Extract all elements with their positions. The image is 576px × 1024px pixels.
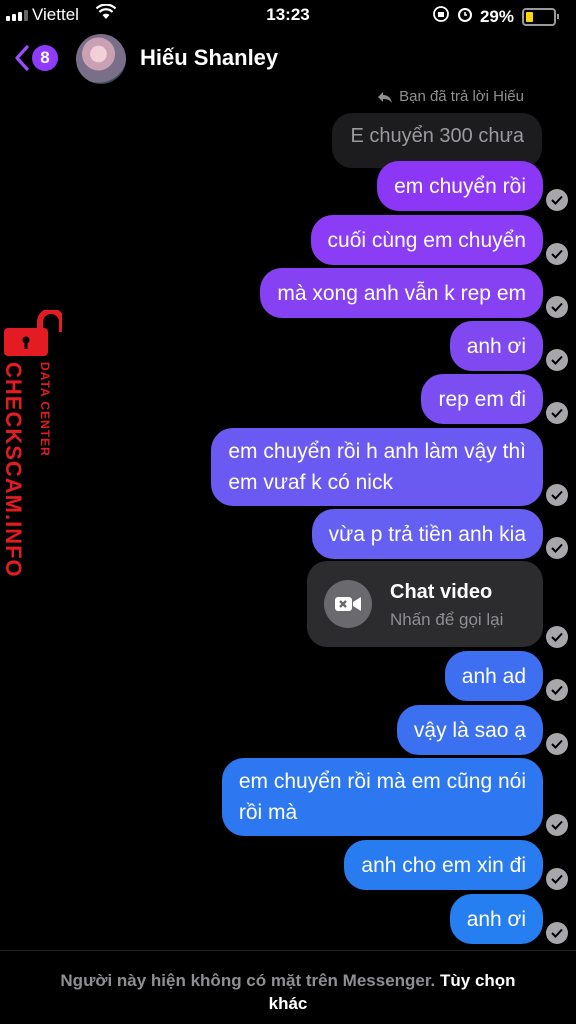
message-text: em chuyển rồi h anh làm vậy thì em vưaf … [228,440,526,494]
chat-header: 8 Hiếu Shanley [0,30,576,86]
video-off-icon [324,580,372,628]
footer-text: Người này hiện không có mặt trên Messeng… [60,971,436,990]
back-button[interactable]: 8 [14,42,64,74]
seen-check-icon [546,484,568,506]
message-bubble[interactable]: anh ơi [449,894,543,944]
seen-check-icon [546,296,568,318]
lock-icon [4,310,62,356]
orientation-lock-icon [432,5,450,28]
message-text: vậy là sao ạ [413,718,526,742]
message-bubble[interactable]: mà xong anh vẫn k rep em [260,268,543,318]
message-bubble[interactable]: vừa p trả tiền anh kia [311,509,543,559]
message-bubble[interactable]: anh ad [444,651,543,701]
message-text: anh cho em xin đi [361,853,526,877]
seen-check-icon [546,349,568,371]
seen-check-icon [546,189,568,211]
message-text: vừa p trả tiền anh kia [328,522,526,546]
status-bar: Viettel 13:23 29% [0,0,576,30]
message-text: em chuyển rồi [394,174,526,198]
reply-note-text: Bạn đã trả lời Hiếu [399,88,524,105]
message-text: rep em đi [438,387,526,411]
quoted-message[interactable]: E chuyển 300 chưa [332,113,542,168]
seen-check-icon [546,626,568,648]
seen-check-icon [546,679,568,701]
call-title: Chat video [390,581,493,603]
chevron-left-icon [15,45,29,71]
reply-note: Bạn đã trả lời Hiếu [377,88,524,105]
seen-check-icon [546,402,568,424]
reply-icon [378,91,393,103]
message-text: cuối cùng em chuyển [327,228,526,252]
footer-notice: Người này hiện không có mặt trên Messeng… [0,950,576,1024]
message-bubble[interactable]: em chuyển rồi h anh làm vậy thì em vưaf … [211,428,543,506]
message-bubble[interactable]: anh cho em xin đi [344,840,543,890]
unread-count-badge: 8 [32,45,58,71]
contact-name[interactable]: Hiếu Shanley [140,45,278,71]
message-bubble[interactable]: em chuyển rồi [377,161,543,211]
avatar[interactable] [76,34,126,84]
message-bubble[interactable]: em chuyển rồi mà em cũng nói rồi mà [221,758,543,836]
seen-check-icon [546,243,568,265]
message-bubble[interactable]: anh ơi [449,321,543,371]
watermark-tag: DATA CENTER [38,362,52,457]
message-text: anh ơi [466,907,526,931]
battery-percent: 29% [479,6,514,26]
message-text: mà xong anh vẫn k rep em [277,281,526,305]
message-bubble[interactable]: vậy là sao ạ [396,705,543,755]
message-text: anh ad [461,664,526,688]
battery-icon [522,7,559,26]
video-call-card[interactable]: Chat video Nhấn để gọi lại [307,561,543,647]
watermark: CHECKSCAM.INFO DATA CENTER [1,310,64,590]
message-text: em chuyển rồi mà em cũng nói rồi mà [238,770,526,824]
seen-check-icon [546,814,568,836]
message-text: anh ơi [466,334,526,358]
seen-check-icon [546,733,568,755]
seen-check-icon [546,868,568,890]
seen-check-icon [546,922,568,944]
message-bubble[interactable]: cuối cùng em chuyển [310,215,543,265]
watermark-brand: CHECKSCAM.INFO [1,362,26,578]
message-bubble[interactable]: rep em đi [421,374,543,424]
seen-check-icon [546,537,568,559]
alarm-icon [456,5,474,28]
call-subtitle: Nhấn để gọi lại [390,610,504,629]
